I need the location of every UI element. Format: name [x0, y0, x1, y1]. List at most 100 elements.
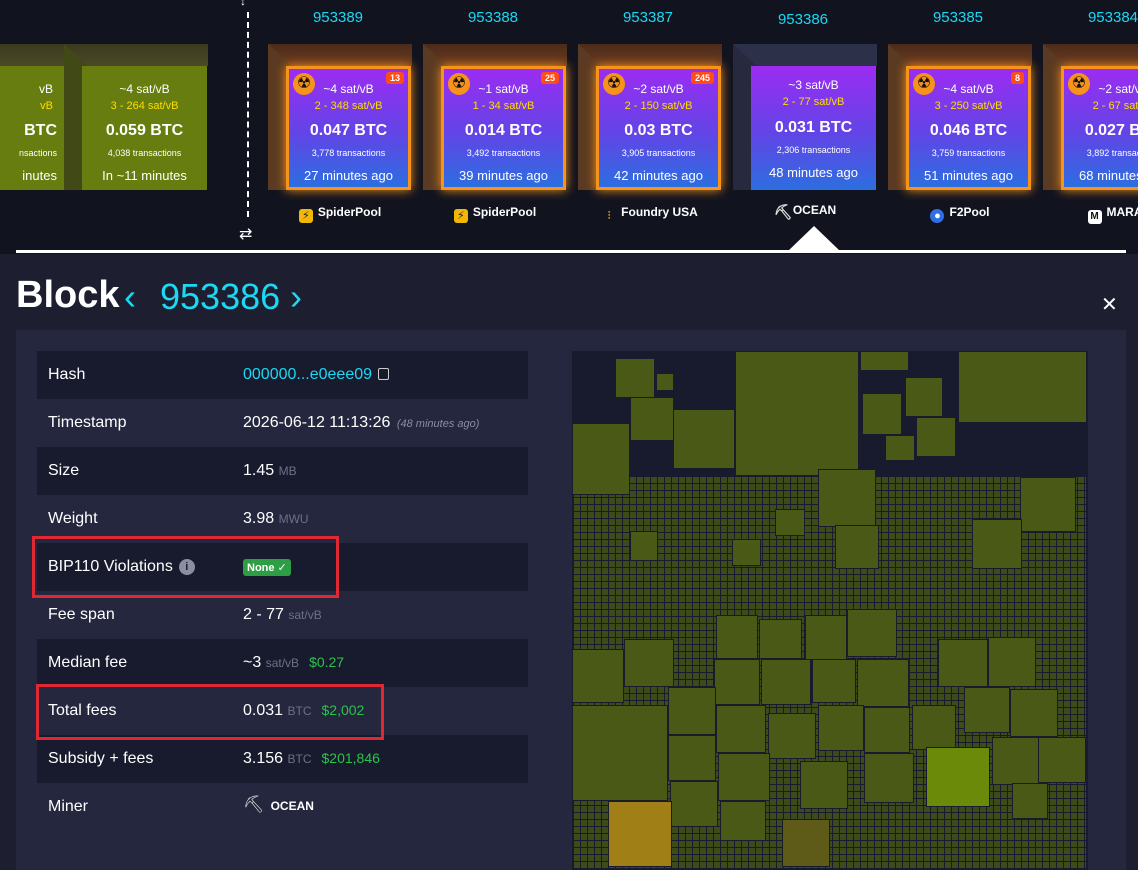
- block-total-fees: 0.014 BTC: [464, 122, 543, 139]
- tx-tile[interactable]: [1038, 737, 1086, 783]
- spiderpool-icon: ⚡: [298, 209, 313, 223]
- tx-tile[interactable]: [1010, 689, 1058, 737]
- tx-tile[interactable]: [818, 469, 876, 527]
- tx-tile[interactable]: [864, 753, 914, 803]
- block-height[interactable]: 953384: [1043, 9, 1138, 26]
- block-median-fee: ~3 sat/vB: [788, 78, 839, 92]
- miner-value[interactable]: ⛏ OCEAN: [243, 795, 314, 815]
- tx-tile[interactable]: [668, 687, 716, 735]
- block-face: ☢ 13 ~4 sat/vB 2 - 348 sat/vB 0.047 BTC …: [286, 66, 411, 190]
- tx-tile[interactable]: [572, 705, 668, 801]
- tx-tile[interactable]: [857, 659, 909, 707]
- tx-tile[interactable]: [847, 609, 897, 657]
- tx-tile[interactable]: [835, 525, 879, 569]
- tx-tile[interactable]: [912, 705, 956, 750]
- pool-label[interactable]: ● F2Pool: [888, 205, 1032, 223]
- tx-tile[interactable]: [716, 615, 758, 659]
- tx-tile[interactable]: [572, 649, 624, 703]
- block-time: 39 minutes ago: [459, 168, 548, 183]
- swap-direction-icon[interactable]: ⇄: [239, 224, 252, 244]
- tx-tile[interactable]: [720, 801, 766, 841]
- weight-unit: MWU: [278, 512, 309, 526]
- tx-tile[interactable]: [885, 435, 915, 461]
- timestamp-text: 2026-06-12 11:13:26: [243, 414, 391, 431]
- block-treemap[interactable]: [572, 351, 1088, 870]
- tx-tile[interactable]: [668, 735, 716, 781]
- tx-tile[interactable]: [958, 351, 1087, 423]
- arrows-icon: ↕: [240, 0, 246, 8]
- tx-tile[interactable]: [905, 377, 943, 417]
- tx-tile[interactable]: [615, 358, 655, 398]
- tx-tile[interactable]: [964, 687, 1010, 733]
- tx-tile[interactable]: [862, 393, 902, 435]
- block-height[interactable]: 953388: [423, 9, 563, 26]
- block-fee-range: 3 - 264 sat/vB: [110, 100, 179, 112]
- projected-block-face: vB vB BTC nsactions inutes: [0, 66, 65, 190]
- tx-tile[interactable]: [775, 509, 805, 536]
- pool-label[interactable]: ⚡ SpiderPool: [423, 205, 567, 223]
- block-time: In ~11 minutes: [102, 168, 187, 183]
- hash-value[interactable]: 000000...e0eee09: [243, 366, 390, 384]
- tx-tile[interactable]: [805, 615, 847, 660]
- tx-tile-high-fee[interactable]: [608, 801, 672, 867]
- block-total-fees: BTC: [24, 122, 57, 139]
- row-label: Hash: [48, 366, 86, 383]
- pool-label[interactable]: M MARA: [1043, 205, 1138, 224]
- block-height[interactable]: 953385: [888, 9, 1028, 26]
- tx-tile[interactable]: [714, 659, 760, 705]
- page-title: Block: [16, 274, 120, 316]
- mara-icon: M: [1087, 210, 1102, 224]
- row-label: Fee span: [48, 606, 115, 623]
- tx-tile[interactable]: [630, 397, 674, 441]
- tx-tile[interactable]: [812, 659, 856, 703]
- block-total-fees: 0.03 BTC: [624, 122, 693, 139]
- tx-tile[interactable]: [670, 781, 718, 827]
- tx-tile[interactable]: [716, 705, 766, 753]
- block-height[interactable]: 953386: [733, 11, 873, 28]
- tx-tile[interactable]: [1012, 783, 1048, 819]
- block-height[interactable]: 953387: [578, 9, 718, 26]
- tx-tile[interactable]: [992, 737, 1040, 785]
- tx-tile[interactable]: [988, 637, 1036, 687]
- tx-tile[interactable]: [656, 373, 674, 391]
- tx-tile[interactable]: [916, 417, 956, 457]
- tx-tile-highlight[interactable]: [926, 747, 990, 807]
- tx-tile[interactable]: [735, 351, 859, 476]
- pool-label[interactable]: ⚡ SpiderPool: [268, 205, 412, 223]
- weight-number: 3.98: [243, 510, 275, 527]
- tx-tile[interactable]: [759, 619, 802, 659]
- block-height[interactable]: 953389: [268, 9, 408, 26]
- tx-tile[interactable]: [782, 819, 830, 867]
- miner-name[interactable]: OCEAN: [271, 799, 314, 813]
- tx-tile[interactable]: [718, 753, 770, 801]
- pool-name: MARA: [1106, 205, 1138, 219]
- pool-name: OCEAN: [792, 203, 837, 217]
- tx-tile[interactable]: [768, 713, 816, 759]
- tx-tile[interactable]: [800, 761, 848, 809]
- tx-tile[interactable]: [860, 351, 909, 371]
- hash-link[interactable]: 000000...e0eee09: [243, 366, 372, 383]
- block-median-fee: vB: [38, 82, 53, 96]
- tx-tile[interactable]: [624, 639, 674, 687]
- tx-tile[interactable]: [864, 707, 910, 753]
- tx-tile[interactable]: [673, 409, 735, 469]
- block-tx-count: 4,038 transactions: [107, 148, 182, 158]
- miner-row: Miner ⛏ OCEAN: [37, 783, 528, 831]
- chevron-left-icon[interactable]: ‹: [124, 276, 136, 318]
- block-median-fee: ~1 sat/vB: [478, 82, 529, 96]
- tx-tile[interactable]: [818, 705, 864, 751]
- block-fee-range: 1 - 34 sat/vB: [472, 100, 535, 112]
- copy-icon[interactable]: [378, 368, 390, 380]
- pool-name: F2Pool: [949, 205, 990, 219]
- tx-tile[interactable]: [938, 639, 988, 687]
- tx-tile[interactable]: [732, 539, 761, 566]
- tx-tile[interactable]: [1020, 477, 1076, 532]
- tx-tile[interactable]: [630, 531, 658, 561]
- pool-label[interactable]: ⛏OCEAN: [733, 203, 877, 220]
- chevron-right-icon[interactable]: ›: [290, 276, 302, 318]
- tx-tile[interactable]: [572, 423, 630, 495]
- tx-tile[interactable]: [761, 659, 811, 705]
- close-icon[interactable]: ✕: [1101, 292, 1118, 317]
- pool-label[interactable]: ⫶ Foundry USA: [578, 205, 722, 223]
- tx-tile[interactable]: [972, 519, 1022, 569]
